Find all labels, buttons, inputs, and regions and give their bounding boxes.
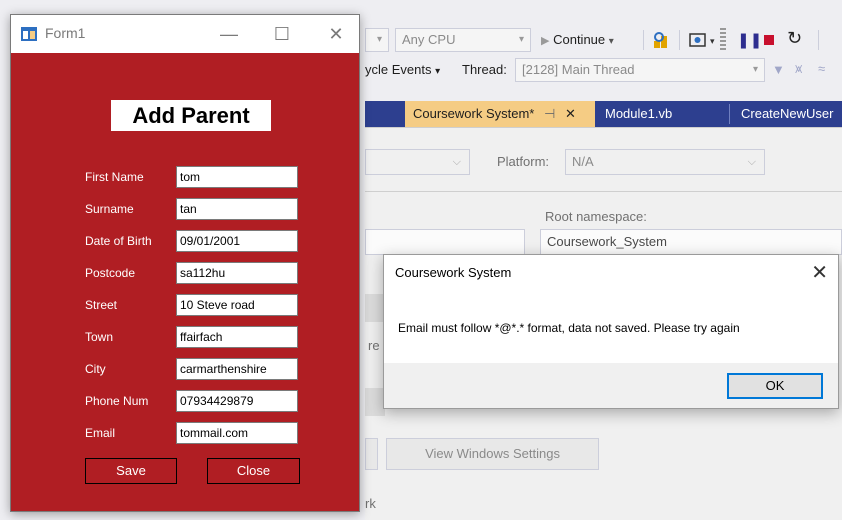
pin-icon[interactable]: ⊣: [544, 106, 555, 121]
date-of-birth-label: Date of Birth: [85, 234, 152, 248]
lifecycle-events-label: ycle Events: [365, 62, 432, 77]
phone-num-label: Phone Num: [85, 394, 149, 408]
form-icon: [21, 26, 37, 42]
filter-icon[interactable]: ▼: [772, 62, 785, 77]
toolbar-separator: [643, 30, 644, 50]
platform-value: N/A: [572, 154, 594, 169]
phone-num-input[interactable]: 07934429879: [176, 390, 298, 412]
dialog-title: Coursework System: [395, 265, 512, 280]
town-label: Town: [85, 330, 114, 344]
root-namespace-field[interactable]: Coursework_System: [540, 229, 842, 255]
dialog-footer: OK: [384, 363, 838, 408]
pause-icon[interactable]: ❚❚: [737, 31, 762, 49]
continue-label: Continue: [553, 32, 606, 47]
minimize-icon: —: [220, 24, 238, 44]
continue-button[interactable]: ▶ Continue ▾: [541, 28, 614, 54]
town-input[interactable]: ffairfach: [176, 326, 298, 348]
surname-label: Surname: [85, 202, 134, 216]
minimize-button[interactable]: —: [206, 15, 252, 53]
street-label: Street: [85, 298, 118, 312]
vs-top-strip: [0, 0, 842, 10]
tab-coursework-system[interactable]: Coursework System* ⊣ ✕: [405, 101, 595, 127]
toolbar-separator: [818, 30, 819, 50]
stop-icon[interactable]: [764, 35, 774, 45]
restart-icon[interactable]: ↻: [787, 28, 802, 49]
tab-label: Module1.vb: [605, 106, 673, 121]
root-namespace-label: Root namespace:: [545, 209, 647, 224]
first-name-label: First Name: [85, 170, 144, 184]
partial-label-re: re: [368, 338, 380, 353]
platform-dropdown-value: Any CPU: [402, 32, 456, 47]
tab-module1[interactable]: Module1.vb: [597, 101, 727, 127]
lifecycle-events-menu[interactable]: ycle Events ▾: [365, 58, 440, 84]
city-input[interactable]: carmarthenshire: [176, 358, 298, 380]
form1-titlebar[interactable]: Form1 — ☐ ✕: [11, 15, 359, 53]
view-windows-settings-label: View Windows Settings: [425, 446, 560, 461]
tab-divider: [729, 104, 730, 124]
date-of-birth-input[interactable]: 09/01/2001: [176, 230, 298, 252]
form1-window: Form1 — ☐ ✕ Add Parent First Name tom Su…: [10, 14, 360, 512]
tab-label: Coursework System*: [413, 106, 535, 121]
street-input[interactable]: 10 Steve road: [176, 294, 298, 316]
grip-icon: [720, 28, 726, 50]
form1-client-area: Add Parent First Name tom Surname tan Da…: [11, 53, 359, 511]
chevron-down-icon: ▾: [608, 36, 614, 47]
platform-label: Platform:: [497, 154, 550, 169]
form-heading: Add Parent: [111, 100, 271, 131]
close-icon: ✕: [328, 24, 344, 44]
postcode-label: Postcode: [85, 266, 136, 280]
configuration-dropdown[interactable]: ⌵: [365, 149, 470, 175]
screenshot-icon[interactable]: [689, 31, 707, 49]
close-window-button[interactable]: ✕: [313, 15, 359, 53]
flag-threads-icon[interactable]: ≈: [818, 61, 825, 76]
dialog-message: Email must follow *@*.* format, data not…: [398, 321, 740, 335]
platform-dropdown[interactable]: Any CPU ▾: [395, 28, 531, 52]
platform-value-dropdown[interactable]: N/A ⌵: [565, 149, 765, 175]
tab-create-new-user[interactable]: CreateNewUser: [733, 101, 842, 127]
close-icon[interactable]: ✕: [565, 106, 576, 121]
divider: [365, 191, 842, 192]
dialog-close-button[interactable]: ✕: [811, 260, 828, 285]
toolbar-separator: [679, 30, 680, 50]
dropdown-arrow-icon[interactable]: ▾: [710, 36, 715, 47]
surname-input[interactable]: tan: [176, 198, 298, 220]
email-label: Email: [85, 426, 116, 440]
thread-label: Thread:: [462, 62, 507, 77]
ok-button[interactable]: OK: [727, 373, 823, 399]
config-dropdown[interactable]: ▾: [365, 28, 389, 52]
save-button[interactable]: Save: [85, 458, 177, 484]
left-edge: [0, 10, 10, 520]
thread-dropdown-value: [2128] Main Thread: [522, 62, 635, 77]
section-strip: [365, 294, 385, 322]
play-icon: ▶: [541, 35, 550, 47]
partial-button[interactable]: [365, 438, 378, 470]
tab-label: CreateNewUser: [741, 106, 834, 121]
close-button[interactable]: Close: [207, 458, 300, 484]
partial-label-rk: rk: [365, 496, 376, 511]
maximize-button[interactable]: ☐: [259, 15, 305, 53]
postcode-input[interactable]: sa112hu: [176, 262, 298, 284]
message-box-dialog: Coursework System ✕ Email must follow *@…: [383, 254, 839, 409]
view-windows-settings-button[interactable]: View Windows Settings: [386, 438, 599, 470]
maximize-icon: ☐: [273, 24, 291, 44]
section-strip: [365, 388, 385, 416]
close-icon: ✕: [811, 262, 828, 284]
first-name-input[interactable]: tom: [176, 166, 298, 188]
thread-dropdown[interactable]: [2128] Main Thread ▾: [515, 58, 765, 82]
filter-clear-icon[interactable]: ⩙: [795, 61, 802, 77]
email-input[interactable]: tommail.com: [176, 422, 298, 444]
root-namespace-value: Coursework_System: [547, 234, 667, 249]
find-icon[interactable]: [653, 31, 671, 49]
window-title: Form1: [45, 25, 86, 41]
document-tab-bar: Coursework System* ⊣ ✕ Module1.vb Create…: [365, 101, 842, 127]
city-label: City: [85, 362, 106, 376]
chevron-down-icon: ▾: [435, 66, 441, 77]
assembly-name-field[interactable]: [365, 229, 525, 255]
